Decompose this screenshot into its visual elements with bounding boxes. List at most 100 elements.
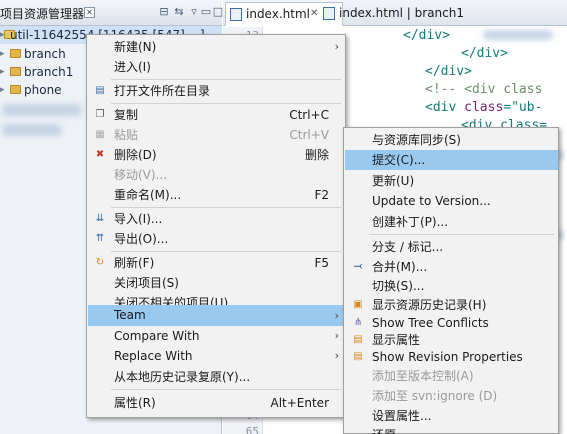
tab-label: index.html | branch1 (339, 6, 464, 20)
menu-item-label: 与资源库同步(S) (372, 133, 461, 147)
expand-icon[interactable]: ▸ (0, 63, 8, 81)
submenu-item-update-to-version[interactable]: Update to Version... (345, 191, 558, 211)
submenu-arrow-icon: › (334, 40, 339, 53)
menu-item-delete[interactable]: ✖ 删除(D) 删除 (88, 145, 345, 165)
html-file-icon (230, 8, 242, 21)
menu-shortcut: F2 (314, 188, 329, 202)
menu-shortcut: Ctrl+C (289, 108, 329, 122)
menu-item-restore-from-local-history[interactable]: 从本地历史记录复原(Y)... (88, 367, 345, 387)
merge-icon: ⤙ (354, 261, 362, 272)
menu-item-replace-with[interactable]: Replace With › (88, 346, 345, 366)
menu-item-paste[interactable]: ▦ 粘贴 Ctrl+V (88, 125, 345, 145)
code-token: class (464, 100, 504, 115)
tree-item-label: phone (24, 83, 62, 97)
menu-item-label: 导入(I)... (114, 212, 163, 226)
menu-item-refresh[interactable]: ↻ 刷新(F) F5 (88, 253, 345, 273)
menu-item-properties[interactable]: 属性(R) Alt+Enter (88, 393, 345, 413)
menu-item-import[interactable]: ⇊ 导入(I)... (88, 209, 345, 229)
menu-item-label: Team (114, 308, 146, 322)
submenu-item-show-revision-properties[interactable]: ▤ Show Revision Properties (345, 347, 558, 367)
menu-item-label: Show Revision Properties (372, 350, 523, 364)
menu-item-rename[interactable]: 重命名(M)... F2 (88, 185, 345, 205)
code-token: <!-- <div class (425, 82, 543, 97)
submenu-arrow-icon: › (334, 329, 339, 342)
code-token: </div> (425, 64, 472, 79)
minimize-icon[interactable]: ▭ (200, 5, 212, 19)
code-line: </div> (461, 46, 508, 61)
menu-item-label: 添加至 svn:ignore (D) (372, 389, 498, 403)
submenu-item-update[interactable]: 更新(U) (345, 171, 558, 191)
menu-item-label: 更新(U) (372, 174, 415, 188)
submenu-item-show-history[interactable]: ▣ 显示资源历史记录(H) (345, 295, 558, 315)
menu-item-label: Replace With (114, 349, 193, 363)
menu-item-label: 切换(S)... (372, 279, 425, 293)
menu-item-label: 刷新(F) (114, 256, 155, 270)
explorer-toolbar: ⊟ ⇆ ▿ ▭ □ (158, 5, 223, 21)
refresh-icon: ↻ (95, 257, 105, 268)
folder-icon (10, 85, 21, 94)
menu-item-label: 导出(O)... (114, 232, 169, 246)
menu-item-label: 创建补丁(P)... (372, 215, 449, 229)
code-line: <!-- <div class (425, 82, 542, 97)
menu-item-move[interactable]: 移动(V)... (88, 165, 345, 185)
submenu-item-set-property[interactable]: 设置属性... (345, 406, 558, 426)
menu-item-label: 删除(D) (114, 148, 157, 162)
submenu-item-merge[interactable]: ⤙ 合并(M)... (345, 257, 558, 277)
line-number: 65 (245, 425, 259, 434)
menu-item-label: Compare With (114, 329, 200, 343)
submenu-item-branch-tag[interactable]: 分支 / 标记... (345, 237, 558, 257)
menu-item-label: 合并(M)... (372, 260, 428, 274)
view-menu-icon[interactable]: ▿ (188, 5, 200, 19)
menu-separator (111, 251, 341, 252)
expand-icon[interactable]: ▸ (0, 81, 8, 99)
import-icon: ⇊ (95, 213, 105, 224)
export-icon: ⇈ (95, 233, 105, 244)
link-with-editor-icon[interactable]: ⇆ (173, 5, 185, 19)
submenu-arrow-icon: › (334, 309, 339, 322)
menu-item-label: 复制 (114, 108, 139, 122)
menu-shortcut: 删除 (304, 148, 329, 162)
folder-icon (10, 67, 21, 76)
explorer-title: 项目资源管理器 (0, 7, 85, 21)
menu-item-label: 关闭项目(S) (114, 276, 179, 290)
menu-shortcut: Alt+Enter (270, 396, 329, 410)
menu-item-label: 打开文件所在目录 (114, 84, 211, 98)
tree-conflicts-icon: ⋔ (353, 317, 363, 328)
editor-tabbar: index.html ✕ index.html | branch1 (223, 0, 567, 26)
close-view-icon[interactable]: ✕ (84, 7, 95, 18)
code-line: </div> (425, 64, 472, 79)
submenu-item-create-patch[interactable]: 创建补丁(P)... (345, 212, 558, 232)
submenu-item-revert[interactable]: 还原... (345, 425, 558, 434)
menu-item-new[interactable]: 新建(N) › (88, 37, 345, 57)
copy-icon: ❐ (95, 109, 105, 120)
code-line: </div> (403, 28, 450, 43)
menu-shortcut: Ctrl+V (289, 128, 329, 142)
collapse-all-icon[interactable]: ⊟ (158, 5, 170, 19)
menu-separator (111, 103, 341, 104)
submenu-item-synchronize[interactable]: 与资源库同步(S) (345, 130, 558, 150)
menu-item-close-project[interactable]: 关闭项目(S) (88, 273, 345, 293)
menu-item-label: 添加至版本控制(A) (372, 369, 474, 383)
delete-icon: ✖ (95, 149, 105, 160)
menu-separator (369, 234, 554, 235)
menu-item-open-containing-folder[interactable]: ▤ 打开文件所在目录 (88, 81, 345, 101)
menu-shortcut: F5 (314, 256, 329, 270)
menu-item-export[interactable]: ⇈ 导出(O)... (88, 229, 345, 249)
submenu-item-add-to-svn-ignore[interactable]: 添加至 svn:ignore (D) (345, 386, 558, 406)
redacted-code (483, 30, 553, 40)
menu-item-copy[interactable]: ❐ 复制 Ctrl+C (88, 105, 345, 125)
submenu-item-switch[interactable]: 切换(S)... (345, 276, 558, 296)
menu-item-compare-with[interactable]: Compare With › (88, 326, 345, 346)
menu-separator (111, 207, 341, 208)
open-folder-icon: ▤ (95, 85, 105, 96)
submenu-item-add-to-version-control[interactable]: 添加至版本控制(A) (345, 366, 558, 386)
tree-item-label: branch1 (24, 65, 74, 79)
menu-item-label: 新建(N) (114, 40, 157, 54)
expand-icon[interactable]: ▸ (0, 45, 8, 63)
folder-icon (10, 49, 21, 58)
menu-item-go-into[interactable]: 进入(I) (88, 57, 345, 77)
menu-item-team[interactable]: Team › (88, 305, 345, 326)
submenu-item-commit[interactable]: 提交(C)... (345, 150, 558, 170)
menu-separator (111, 79, 341, 80)
editor-tab-index-html-branch1[interactable]: index.html | branch1 (319, 2, 565, 26)
